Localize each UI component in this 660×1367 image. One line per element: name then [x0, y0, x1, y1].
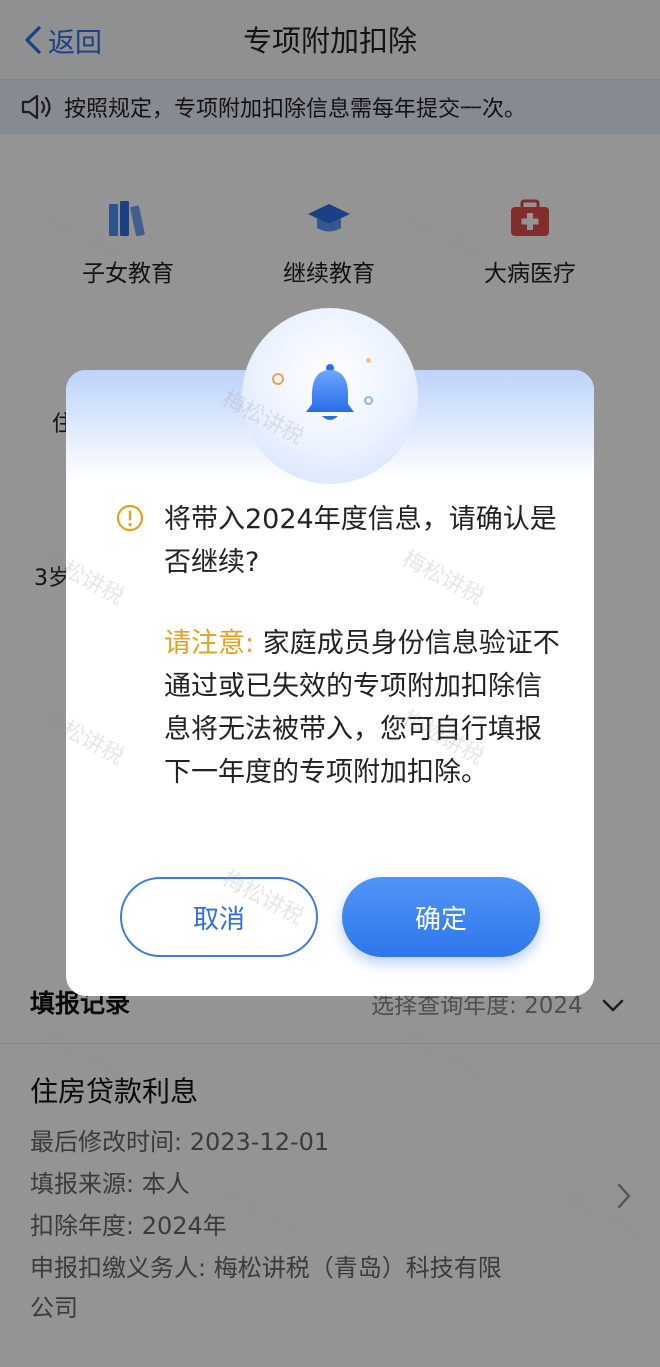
cancel-button[interactable]: 取消 [120, 877, 318, 957]
decor-dot [364, 396, 373, 405]
decor-dot [366, 358, 371, 363]
dialog-note: 请注意: 家庭成员身份信息验证不通过或已失效的专项附加扣除信息将无法被带入，您可… [164, 622, 564, 794]
dialog-message: 将带入2024年度信息，请确认是否继续? [164, 504, 557, 578]
decor-dot [272, 373, 284, 385]
confirm-dialog: 将带入2024年度信息，请确认是否继续? 请注意: 家庭成员身份信息验证不通过或… [66, 308, 594, 996]
bell-icon [306, 364, 354, 420]
warning-icon [116, 504, 144, 532]
confirm-button[interactable]: 确定 [342, 877, 540, 957]
note-label: 请注意: [164, 628, 255, 659]
